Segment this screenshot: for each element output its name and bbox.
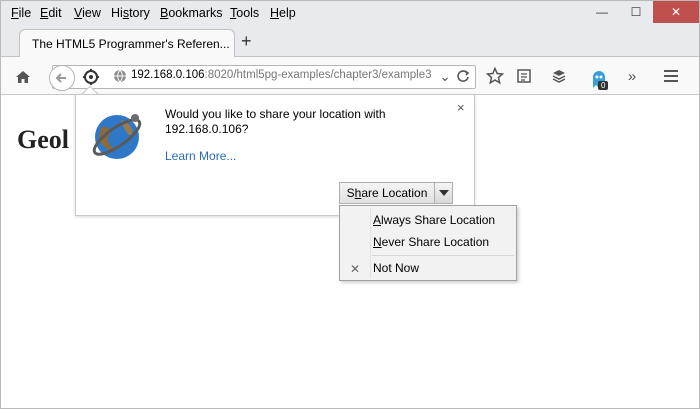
tab-active[interactable]: The HTML5 Programmer's Referen... [19, 29, 235, 58]
window-controls: — ☐ ✕ [585, 1, 699, 25]
dropdown-history-icon[interactable]: ⌄ [437, 68, 453, 84]
menu-view[interactable]: View [74, 6, 101, 20]
url-path: :8020/html5pg-examples/chapter3/example3 [204, 69, 432, 81]
browser-window: File Edit View History Bookmarks Tools H… [0, 0, 700, 409]
pocket-stack-icon[interactable] [550, 67, 568, 85]
hamburger-menu-icon[interactable] [662, 67, 680, 85]
dropdown-arrow-icon [438, 190, 449, 196]
menu-help[interactable]: Help [270, 6, 296, 20]
page-heading: Geol [17, 125, 69, 154]
tab-title: The HTML5 Programmer's Referen... [32, 37, 230, 51]
menu-history[interactable]: History [111, 6, 150, 20]
geolocation-globe-icon [92, 114, 142, 159]
url-host: 192.168.0.106 [131, 69, 205, 81]
overflow-chevron-icon[interactable]: » [623, 67, 641, 85]
reload-icon[interactable] [455, 68, 471, 84]
menu-bar: File Edit View History Bookmarks Tools H… [1, 1, 699, 25]
url-text[interactable]: 192.168.0.106:8020/html5pg-examples/chap… [131, 69, 432, 81]
menu-item-always-share[interactable]: Always Share Location [373, 213, 495, 227]
home-icon[interactable] [13, 67, 33, 87]
menu-separator [372, 255, 514, 256]
globe-site-icon [113, 69, 127, 83]
maximize-button[interactable]: ☐ [619, 1, 653, 23]
ghostery-icon[interactable]: 0 [586, 65, 612, 93]
popup-message: Would you like to share your location wi… [165, 107, 386, 136]
menu-tools[interactable]: Tools [230, 6, 259, 20]
share-location-button[interactable]: Sh are Location [339, 182, 435, 204]
menu-edit[interactable]: Edit [40, 6, 62, 20]
location-permission-icon[interactable] [81, 67, 101, 87]
not-now-x-icon: ✕ [350, 262, 361, 276]
bookmark-star-icon[interactable] [486, 67, 504, 85]
learn-more-link[interactable]: Learn More... [165, 149, 236, 163]
new-tab-button[interactable]: + [241, 31, 252, 52]
back-button[interactable] [49, 65, 75, 91]
menu-bookmarks[interactable]: Bookmarks [160, 6, 223, 20]
share-dropdown-button[interactable] [434, 182, 453, 204]
menu-gutter [370, 208, 371, 278]
menu-file[interactable]: File [11, 6, 31, 20]
popup-close-icon[interactable]: × [457, 100, 465, 115]
reader-list-icon[interactable] [515, 67, 533, 85]
menu-item-never-share[interactable]: Never Share Location [373, 235, 489, 249]
ghostery-badge: 0 [598, 81, 609, 90]
back-arrow-icon [55, 73, 66, 83]
minimize-button[interactable]: — [585, 1, 619, 23]
tab-strip: The HTML5 Programmer's Referen... + [1, 25, 699, 58]
menu-item-not-now[interactable]: Not Now [373, 261, 419, 275]
close-window-button[interactable]: ✕ [653, 1, 699, 23]
share-options-menu: Always Share Location Never Share Locati… [339, 205, 517, 281]
